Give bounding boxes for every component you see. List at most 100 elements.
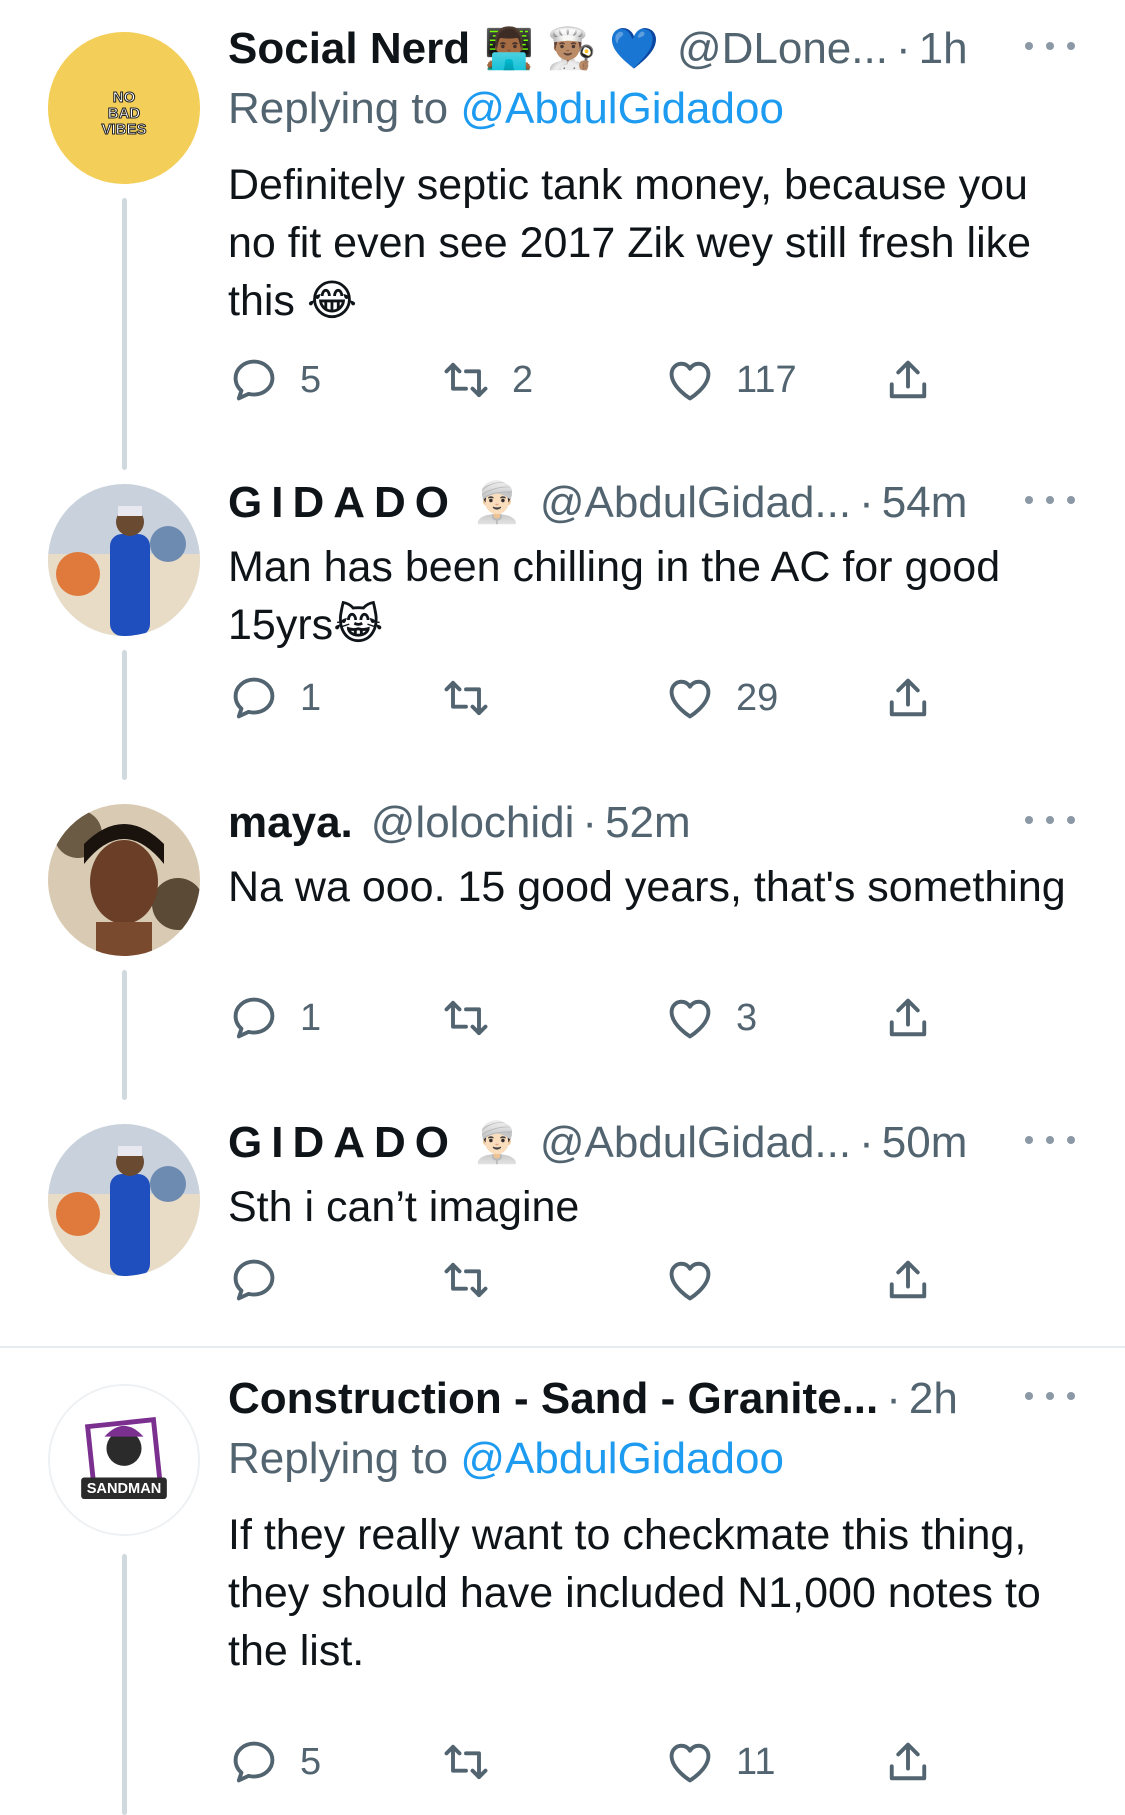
mention-link[interactable]: @AbdulGidadoo xyxy=(460,1434,784,1483)
tweet-text: Sth i can’t imagine xyxy=(228,1183,580,1231)
like-count: 11 xyxy=(736,1740,776,1783)
retweet-button[interactable] xyxy=(440,988,512,1048)
like-button[interactable] xyxy=(664,1250,736,1310)
reply-icon xyxy=(233,1741,275,1783)
tweet-header: GIDADO 👳🏻‍♂️ @AbdulGidad... · 54m xyxy=(228,476,1075,530)
retweet-button[interactable] xyxy=(440,1250,512,1310)
reply-button[interactable]: 1 xyxy=(228,668,321,728)
username[interactable]: @lolochidi xyxy=(371,796,575,850)
reply-button[interactable]: 5 xyxy=(228,350,321,410)
tweet[interactable]: NO BAD VIBES Social Nerd 👨🏾‍💻 👨🏽‍🍳 💙 @DL… xyxy=(0,0,1125,470)
name-emojis: 👨🏾‍💻 👨🏽‍🍳 💙 xyxy=(484,26,659,72)
reply-icon xyxy=(233,677,275,719)
reply-button[interactable] xyxy=(228,1250,300,1310)
retweet-button[interactable] xyxy=(440,1732,512,1792)
tweet-text: Definitely septic tank money, because yo… xyxy=(228,161,1032,325)
like-icon xyxy=(669,1261,711,1301)
action-bar: 5 2 117 xyxy=(228,350,988,410)
more-icon[interactable] xyxy=(1025,1120,1075,1160)
thread-line xyxy=(122,1554,127,1815)
share-button[interactable] xyxy=(882,988,934,1048)
like-count: 3 xyxy=(736,996,758,1039)
display-name[interactable]: maya. xyxy=(228,796,353,850)
tweet[interactable]: SANDMAN Construction - Sand - Granite...… xyxy=(0,1348,1125,1815)
tweet-text: Man has been chilling in the AC for good… xyxy=(228,543,1001,649)
like-button[interactable]: 29 xyxy=(664,668,778,728)
more-icon[interactable] xyxy=(1025,26,1075,66)
share-icon xyxy=(889,1260,927,1299)
like-icon xyxy=(669,361,711,401)
reply-icon xyxy=(233,997,275,1039)
tweet-header: Construction - Sand - Granite... · 2h xyxy=(228,1372,1075,1426)
username[interactable]: @AbdulGidad... xyxy=(540,476,851,530)
like-button[interactable]: 11 xyxy=(664,1732,775,1792)
reply-button[interactable]: 5 xyxy=(228,1732,321,1792)
avatar[interactable] xyxy=(48,804,200,956)
reply-count: 5 xyxy=(300,358,322,401)
display-name[interactable]: GIDADO xyxy=(228,476,458,530)
share-icon xyxy=(889,998,927,1037)
like-icon xyxy=(669,679,711,719)
share-button[interactable] xyxy=(882,1732,934,1792)
retweet-icon xyxy=(444,1000,488,1036)
replying-label: Replying to xyxy=(228,84,449,133)
tweet-text: If they really want to checkmate this th… xyxy=(228,1511,1041,1675)
avatar[interactable]: NO BAD VIBES xyxy=(48,32,200,184)
share-button[interactable] xyxy=(882,1250,934,1310)
timestamp[interactable]: 52m xyxy=(605,796,691,850)
retweet-button[interactable] xyxy=(440,668,512,728)
share-icon xyxy=(889,678,927,717)
share-button[interactable] xyxy=(882,350,934,410)
timestamp[interactable]: 50m xyxy=(882,1116,968,1170)
reply-icon xyxy=(233,359,275,401)
more-icon[interactable] xyxy=(1025,480,1075,520)
mention-link[interactable]: @AbdulGidadoo xyxy=(460,84,784,133)
timestamp[interactable]: 54m xyxy=(882,476,968,530)
name-emojis: 👳🏻‍♂️ xyxy=(472,480,522,526)
action-bar: 5 11 xyxy=(228,1732,988,1792)
like-icon xyxy=(669,999,711,1039)
reply-count: 5 xyxy=(300,1740,322,1783)
separator-dot: · xyxy=(859,478,874,527)
share-icon xyxy=(889,1742,927,1781)
retweet-icon xyxy=(444,1744,488,1780)
tweet-header: maya. @lolochidi · 52m xyxy=(228,796,1075,850)
timestamp[interactable]: 1h xyxy=(919,22,968,76)
like-count: 117 xyxy=(736,358,797,401)
replying-to: Replying to @AbdulGidadoo xyxy=(228,82,1075,136)
reply-count: 1 xyxy=(300,996,322,1039)
tweet-header: Social Nerd 👨🏾‍💻 👨🏽‍🍳 💙 @DLone... · 1h xyxy=(228,22,1075,76)
separator-dot: · xyxy=(886,1374,901,1423)
thread-line xyxy=(122,198,127,470)
more-icon[interactable] xyxy=(1025,1376,1075,1416)
display-name[interactable]: Construction - Sand - Granite... xyxy=(228,1372,878,1426)
timestamp[interactable]: 2h xyxy=(909,1372,958,1426)
share-button[interactable] xyxy=(882,668,934,728)
tweet-header: GIDADO 👳🏻‍♂️ @AbdulGidad... · 50m xyxy=(228,1116,1075,1170)
avatar[interactable] xyxy=(48,484,200,636)
svg-text:VIBES: VIBES xyxy=(101,121,146,138)
avatar[interactable] xyxy=(48,1124,200,1276)
display-name[interactable]: Social Nerd xyxy=(228,22,470,76)
separator-dot: · xyxy=(859,1118,874,1167)
action-bar: 1 3 xyxy=(228,988,988,1048)
display-name[interactable]: GIDADO xyxy=(228,1116,458,1170)
username[interactable]: @AbdulGidad... xyxy=(540,1116,851,1170)
avatar[interactable]: SANDMAN xyxy=(48,1384,200,1536)
reply-icon xyxy=(233,1259,275,1301)
username[interactable]: @DLone... xyxy=(677,22,888,76)
svg-text:BAD: BAD xyxy=(108,105,141,122)
more-icon[interactable] xyxy=(1025,800,1075,840)
replying-to: Replying to @AbdulGidadoo xyxy=(228,1432,1075,1486)
like-button[interactable]: 3 xyxy=(664,988,757,1048)
tweet[interactable]: maya. @lolochidi · 52m Na wa ooo. 15 goo… xyxy=(0,780,1125,1100)
like-button[interactable]: 117 xyxy=(664,350,797,410)
tweet[interactable]: GIDADO 👳🏻‍♂️ @AbdulGidad... · 50m Sth i … xyxy=(0,1100,1125,1346)
avatar-logo-text: SANDMAN xyxy=(87,1481,162,1497)
reply-button[interactable]: 1 xyxy=(228,988,321,1048)
tweet[interactable]: GIDADO 👳🏻‍♂️ @AbdulGidad... · 54m Man ha… xyxy=(0,460,1125,780)
retweet-count: 2 xyxy=(512,358,534,401)
retweet-button[interactable]: 2 xyxy=(440,350,533,410)
thread-line xyxy=(122,650,127,780)
like-icon xyxy=(669,1743,711,1783)
